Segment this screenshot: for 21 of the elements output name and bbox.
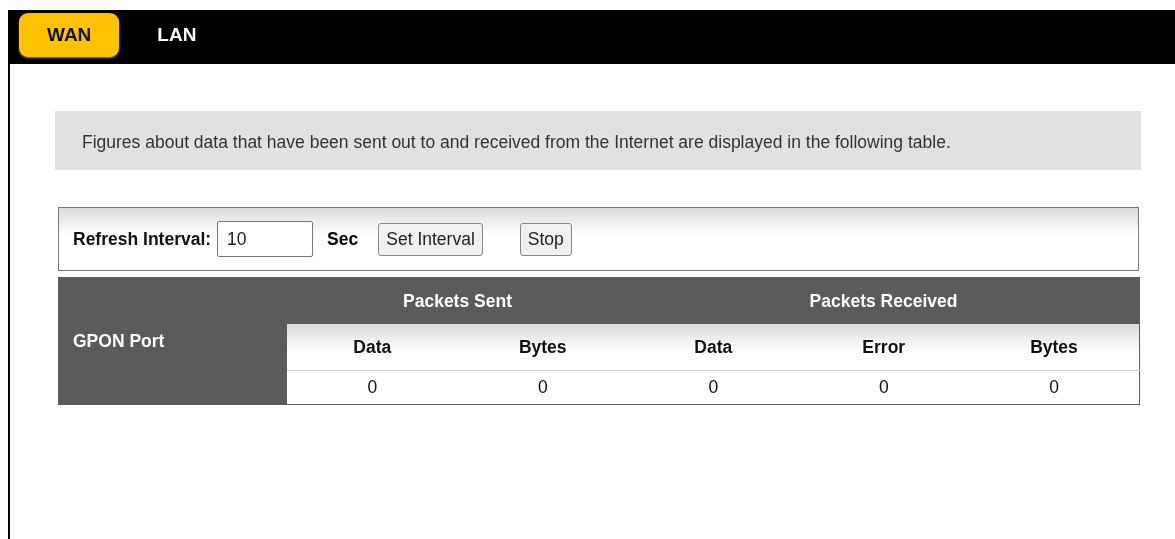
- column-header: Error: [798, 324, 969, 371]
- action-button[interactable]: Set Interval: [378, 222, 483, 256]
- column-group-header: Packets Sent: [287, 277, 628, 324]
- action-button[interactable]: Stop: [519, 222, 572, 256]
- column-header: Bytes: [457, 324, 628, 371]
- table-cell: 0: [628, 370, 799, 405]
- table-cell: 0: [969, 370, 1140, 405]
- column-header: Data: [628, 324, 799, 371]
- column-group-header: Packets Received: [628, 277, 1140, 324]
- refresh-interval-label: Refresh Interval:: [73, 228, 212, 250]
- row-header: GPON Port: [58, 277, 287, 405]
- table-cell: 0: [798, 370, 969, 405]
- interval-field[interactable]: 10: [217, 221, 314, 257]
- column-header: Bytes: [969, 324, 1140, 371]
- tab[interactable]: WAN: [19, 13, 120, 57]
- unit-label: Sec: [327, 228, 359, 250]
- tab[interactable]: LAN: [129, 13, 225, 57]
- table-cell: 0: [457, 370, 628, 405]
- column-header: Data: [287, 324, 458, 371]
- description-text: Figures about data that have been sent out to and received from the Internet are displayed in the following table.: [82, 131, 952, 154]
- table-cell: 0: [287, 370, 458, 405]
